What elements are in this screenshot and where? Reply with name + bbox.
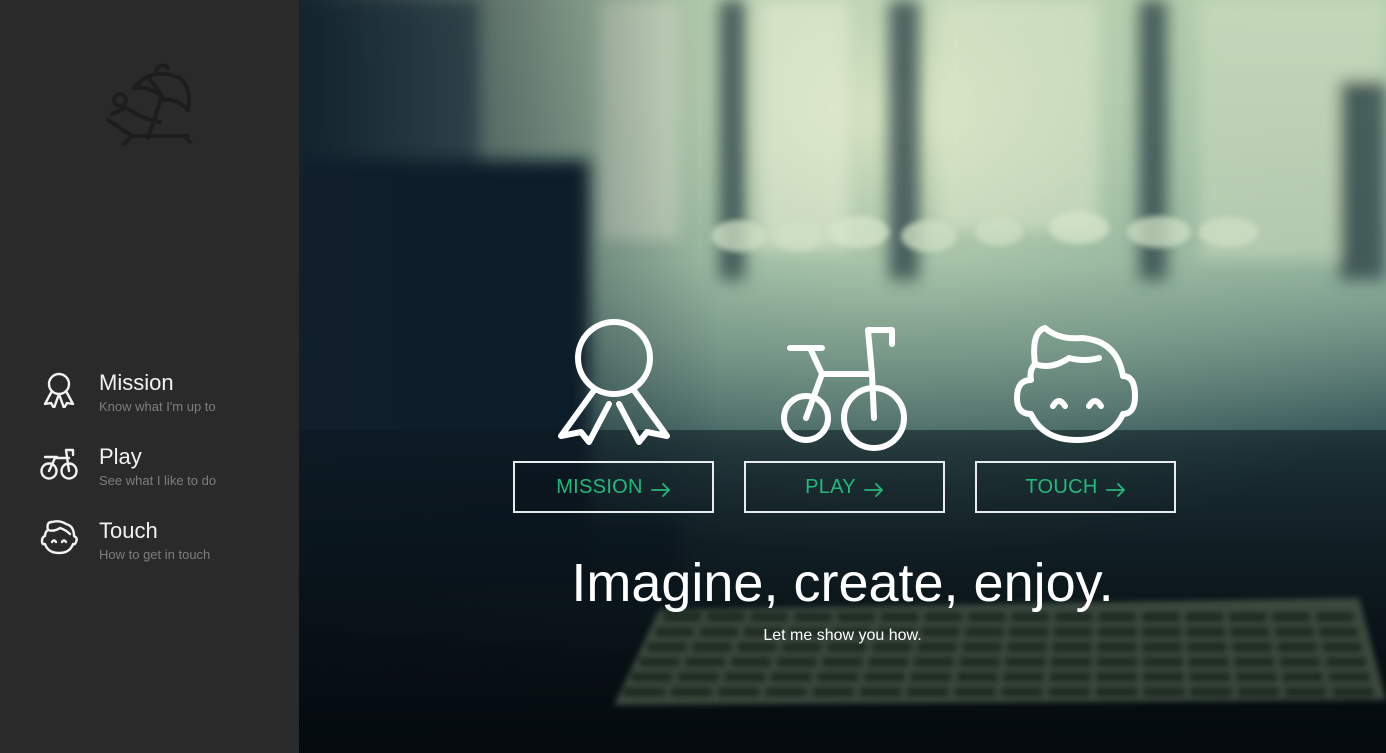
mission-button[interactable]: MISSION <box>513 461 714 513</box>
sidebar-item-play[interactable]: Play See what I like to do <box>0 442 299 516</box>
sidebar-item-title: Play <box>99 444 142 469</box>
beach-umbrella-lounger-icon[interactable] <box>104 58 194 148</box>
ribbon-award-icon <box>40 370 78 410</box>
smiling-face-icon <box>40 518 78 556</box>
hero-subheadline: Let me show you how. <box>763 627 922 644</box>
sidebar-item-subtitle: Know what I'm up to <box>99 399 216 414</box>
play-button-label: PLAY <box>805 475 856 498</box>
smiling-face-icon <box>1011 320 1141 450</box>
sidebar-item-subtitle: How to get in touch <box>99 547 211 562</box>
hero-section: MISSION PLAY TOUCH Imagine, create, enjo… <box>299 0 1386 753</box>
arrow-right-icon <box>864 480 884 497</box>
sidebar-item-title: Touch <box>99 518 158 543</box>
sidebar-item-mission[interactable]: Mission Know what I'm up to <box>0 368 299 442</box>
arrow-right-icon <box>1105 480 1126 497</box>
touch-button-label: TOUCH <box>1025 475 1098 498</box>
hero-headline: Imagine, create, enjoy. <box>571 553 1114 613</box>
sidebar-item-title: Mission <box>99 370 174 395</box>
sidebar-item-subtitle: See what I like to do <box>99 473 217 488</box>
arrow-right-icon <box>650 480 671 497</box>
bicycle-icon <box>780 322 910 452</box>
sidebar-nav: Mission Know what I'm up to Play See wha… <box>0 368 299 590</box>
sidebar-item-touch[interactable]: Touch How to get in touch <box>0 516 299 590</box>
ribbon-award-icon <box>549 318 679 448</box>
touch-button[interactable]: TOUCH <box>975 461 1176 513</box>
play-button[interactable]: PLAY <box>744 461 945 513</box>
bicycle-icon <box>40 444 78 482</box>
mission-button-label: MISSION <box>556 475 643 498</box>
sidebar: Mission Know what I'm up to Play See wha… <box>0 0 299 753</box>
